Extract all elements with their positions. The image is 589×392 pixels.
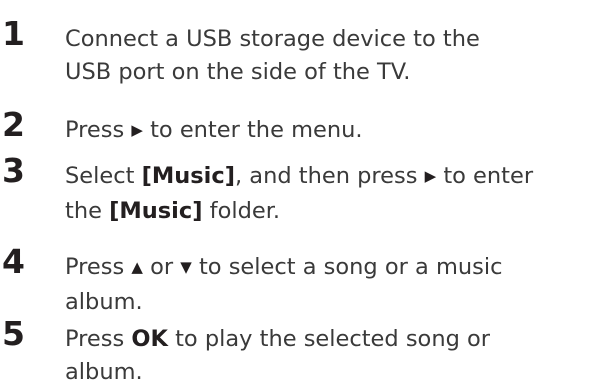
step-line: Select [Music], and then press ▶ to ente… [65,160,585,195]
step-number: 5 [2,314,25,353]
step-word: to select a song or a music [198,254,503,280]
step-line: album. [65,289,143,315]
step-word: Press [65,326,125,352]
right-arrow-icon: ▶ [131,121,143,139]
step-word: to enter [443,163,534,189]
step-line: Press ▲ or ▼ to select a song or a music [65,251,585,286]
down-arrow-icon: ▼ [180,258,192,276]
step-text: Select [Music], and then press ▶ to ente… [65,160,585,228]
step-line: USB port on the side of the TV. [65,59,411,85]
step-word: Select [65,163,135,189]
step-number: 2 [2,105,25,144]
step-line: Press ▶ to enter the menu. [65,114,585,149]
step-word: to play the selected song or [175,326,491,352]
step-number: 1 [2,14,25,53]
step-line: album. [65,359,143,385]
ok-key-term: OK [131,326,168,352]
step-text: Connect a USB storage device to the USB … [65,23,585,89]
step-text: Press ▶ to enter the menu. [65,114,585,149]
up-arrow-icon: ▲ [131,258,143,276]
step-number: 4 [2,242,25,281]
step-word: Press [65,254,125,280]
step-line: Press OK to play the selected song or [65,323,585,356]
step-text: Press OK to play the selected song or al… [65,323,585,389]
music-folder-term: [Music] [109,198,203,224]
step-number: 3 [2,151,25,190]
step-word: Press [65,117,125,143]
right-arrow-icon: ▶ [424,167,437,185]
step-line: the [Music] folder. [65,195,585,228]
music-menu-term: [Music] [141,163,235,189]
step-text: Press ▲ or ▼ to select a song or a music… [65,251,585,319]
step-word: folder. [209,198,281,224]
step-word: to enter the menu. [150,117,363,143]
step-word: the [65,198,102,224]
step-line: Connect a USB storage device to the [65,26,480,52]
step-word: or [150,254,174,280]
step-word: , and then press [235,163,418,189]
